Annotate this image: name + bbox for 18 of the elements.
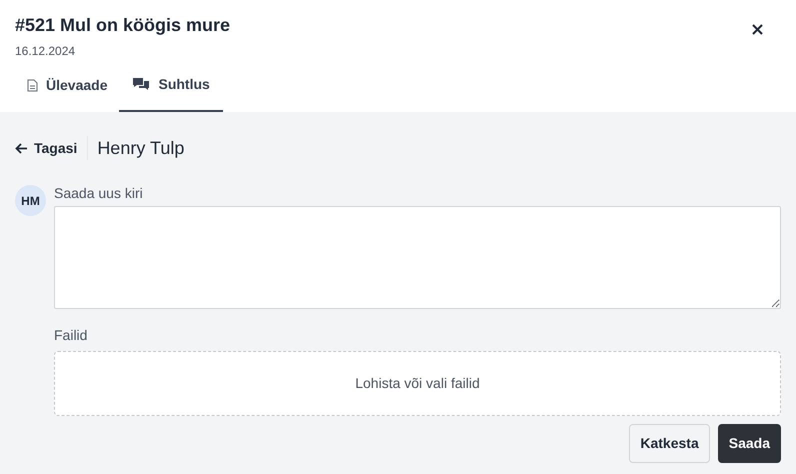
send-button[interactable]: Saada — [718, 424, 781, 463]
tab[interactable]: Ülevaade — [15, 66, 120, 112]
close-button[interactable] — [751, 23, 763, 35]
file-dropzone[interactable]: Lohista või vali failid — [54, 351, 781, 416]
avatar: HM — [15, 185, 46, 216]
ticket-date: 16.12.2024 — [15, 43, 76, 60]
field-label: Failid — [54, 326, 88, 344]
document-icon — [27, 78, 38, 92]
tab[interactable]: Suhtlus — [119, 66, 223, 112]
chat-bubbles-icon — [132, 76, 150, 92]
cancel-button[interactable]: Katkesta — [629, 424, 710, 463]
message-field[interactable] — [54, 206, 781, 309]
back-arrow-icon — [15, 142, 28, 154]
dialog-title: #521 Mul on köögis mure — [15, 14, 230, 37]
field-label: Saada uus kiri — [54, 184, 144, 202]
back-button[interactable]: Tagasi — [15, 138, 88, 158]
close-icon — [752, 24, 762, 34]
contact-name: Henry Tulp — [96, 136, 184, 160]
